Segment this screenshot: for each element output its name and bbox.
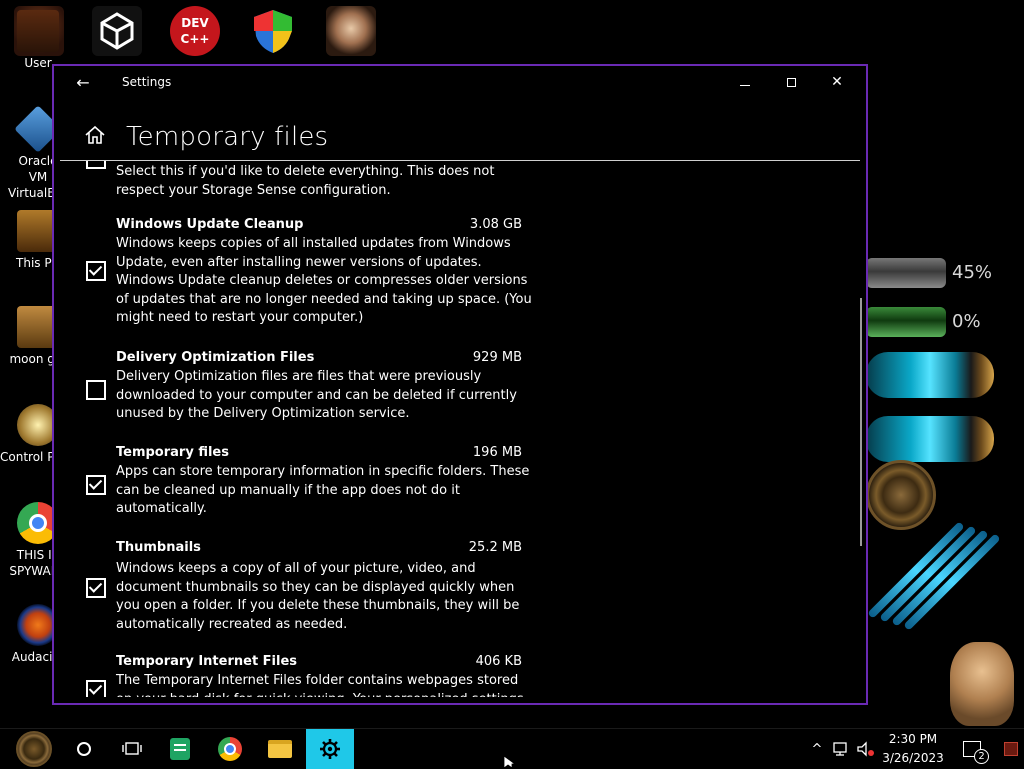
volume-button[interactable] [854,729,878,769]
item-size: 25.2 MB [468,540,522,555]
clockwork-gear-icon [866,460,936,530]
item-size: 196 MB [472,445,522,460]
user-folder-icon [17,10,59,52]
item-description: Delivery Optimization files are files th… [116,369,517,422]
scrollbar[interactable] [860,298,862,546]
maximize-button[interactable] [768,66,814,98]
folder-icon [268,740,292,758]
item-description: Select this if you'd like to delete ever… [116,164,495,198]
cpu-gauge-label: 45% [952,262,993,283]
show-hidden-icons-button[interactable]: ^ [806,729,828,769]
checkmark-icon [88,262,103,276]
home-icon[interactable] [84,124,106,146]
task-view-button[interactable] [108,729,156,769]
page-header: Temporary files [54,102,860,162]
devcpp-icon[interactable]: DEV C++ [170,6,220,56]
cortana-button[interactable] [60,729,108,769]
close-button[interactable]: ✕ [814,66,860,98]
clock-date[interactable]: 3/26/2023 [880,751,946,765]
title-bar[interactable]: ← Settings ✕ [54,66,866,100]
thumbnails-checkbox[interactable] [86,578,106,598]
item-title: Windows Update Cleanup [116,217,304,232]
delete-everything-checkbox[interactable] [86,161,106,169]
item-description: Windows keeps copies of all installed up… [116,236,532,326]
checkmark-icon [88,681,103,695]
item-title: Thumbnails [116,540,201,555]
taskbar-app-spreadsheet[interactable] [156,729,204,769]
item-title: Delivery Optimization Files [116,350,315,365]
temporary-files-checkbox[interactable] [86,475,106,495]
energy-tube [866,352,994,398]
settings-window-body: ← Settings ✕ Temporary files Select this… [54,66,866,703]
minimize-button[interactable] [722,66,768,98]
action-center-button[interactable]: 2 [954,729,990,769]
taskbar-app-chrome[interactable] [206,729,254,769]
start-orb-icon [16,731,52,767]
gear-icon [320,739,340,759]
taskbar-app-settings[interactable] [306,729,354,769]
notification-count-badge: 2 [974,749,989,764]
temporary-internet-files-checkbox[interactable] [86,680,106,697]
delivery-optimization-checkbox[interactable] [86,380,106,400]
chevron-up-icon: ^ [811,741,823,757]
volume-muted-icon [857,741,874,757]
desktop-shortcut[interactable]: User [0,10,76,71]
hamster-icon[interactable] [950,642,1014,726]
tray-app-icon [1004,742,1018,756]
item-size: 3.08 GB [469,217,522,232]
settings-window: ← Settings ✕ Temporary files Select this… [52,64,868,705]
shield-icon[interactable] [248,6,298,56]
checkmark-icon [88,579,103,593]
windows-update-cleanup-checkbox[interactable] [86,261,106,281]
item-size: 406 KB [475,654,522,669]
mouse-cursor-icon [504,756,516,768]
memory-gauge [866,307,946,337]
network-button[interactable] [830,729,852,769]
unity-icon[interactable] [92,6,142,56]
item-description: Apps can store temporary information in … [116,464,530,517]
cpu-gauge [866,258,946,288]
temporary-files-list[interactable]: Select this if you'd like to delete ever… [54,161,858,697]
clock-time[interactable]: 2:30 PM [880,732,946,746]
item-title: Temporary files [116,445,229,460]
window-title: Settings [122,75,172,89]
page-title: Temporary files [126,122,329,152]
start-button[interactable] [8,729,60,769]
memory-gauge-label: 0% [952,311,981,332]
network-icon [833,742,847,756]
notification-icon: 2 [963,741,989,764]
minimize-icon [740,84,750,86]
maximize-icon [786,77,796,87]
back-button[interactable]: ← [72,72,94,94]
cortana-circle-icon [77,742,91,756]
item-title: Temporary Internet Files [116,654,298,669]
energy-tube [866,416,994,462]
show-desktop-button[interactable] [998,729,1024,769]
task-view-icon [122,742,142,755]
checkmark-icon [88,476,103,490]
taskbar-app-file-explorer[interactable] [256,729,304,769]
item-size: 929 MB [472,350,522,365]
portrait-icon[interactable] [326,6,376,56]
chrome-icon [218,737,242,761]
item-description: Windows keeps a copy of all of your pict… [116,561,520,632]
item-description: The Temporary Internet Files folder cont… [116,673,524,697]
green-app-icon [170,738,190,760]
